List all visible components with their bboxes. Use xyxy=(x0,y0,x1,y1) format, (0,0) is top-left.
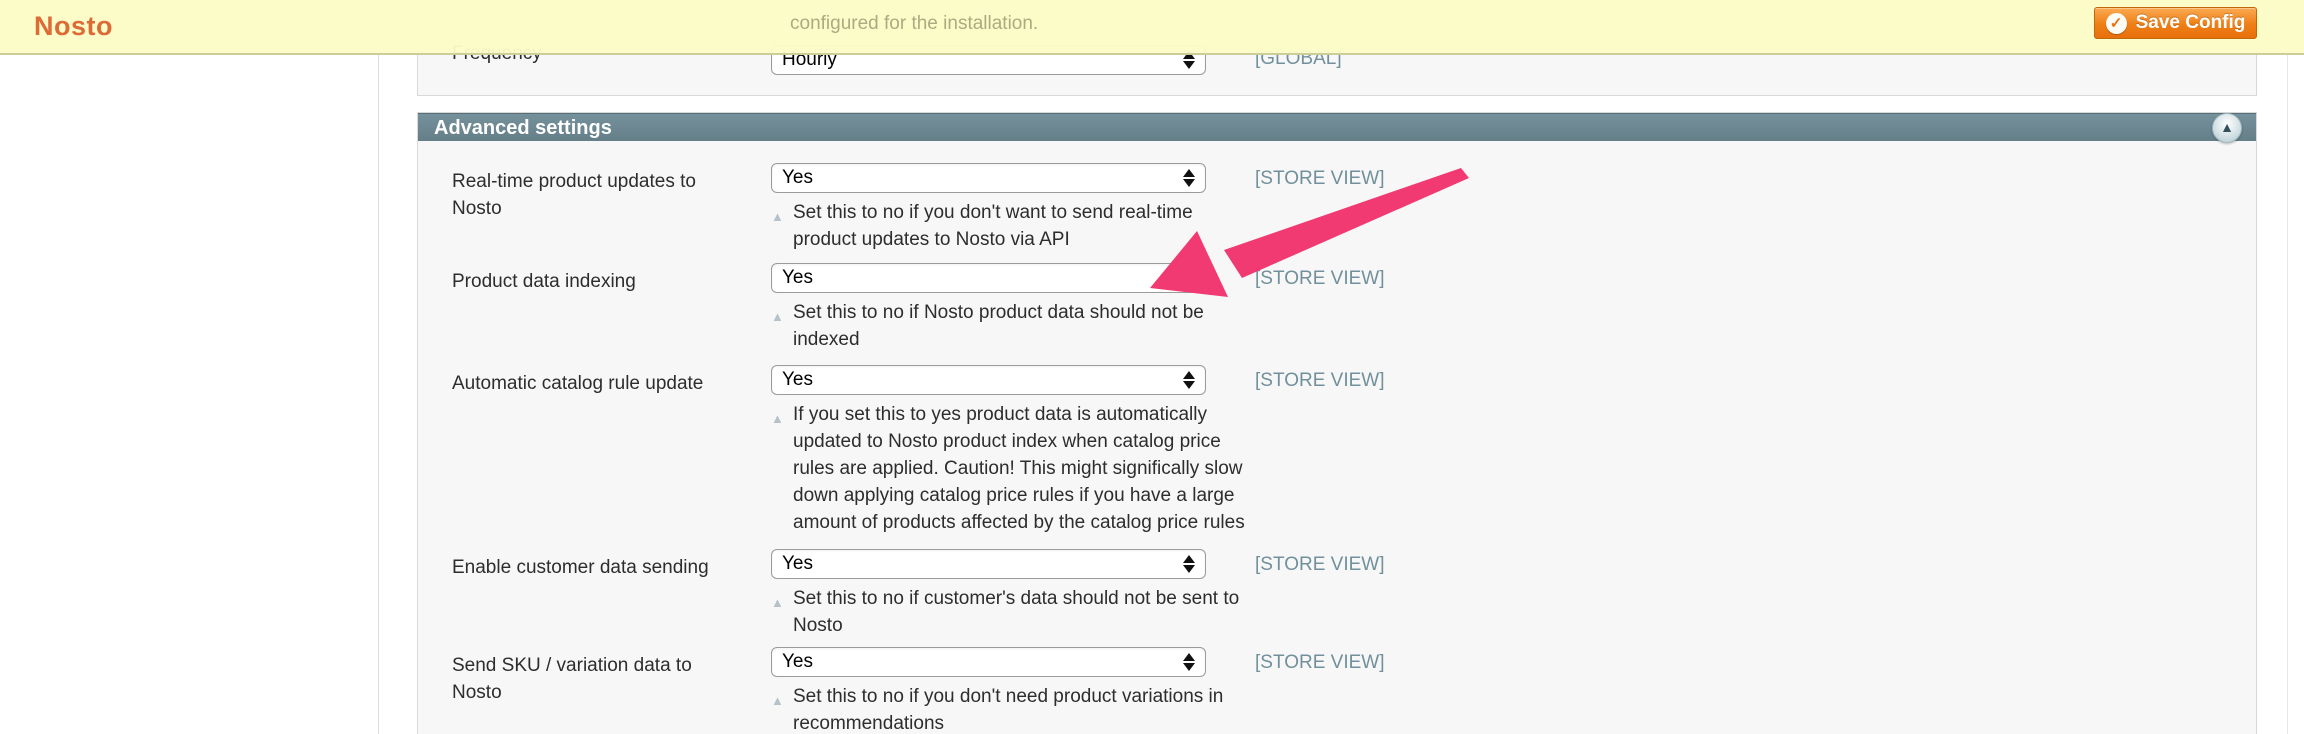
note-text: Set this to no if you don't need product… xyxy=(793,686,1223,734)
select-value: Yes xyxy=(782,553,1183,575)
field-label: Enable customer data sending xyxy=(452,549,737,581)
advanced-settings-section: Advanced settings ▲ Real-time product up… xyxy=(417,112,2257,734)
chevron-up-icon: ▲ xyxy=(2220,120,2234,134)
note-text: If you set this to yes product data is a… xyxy=(793,404,1245,533)
note-marker-icon: ▲ xyxy=(771,589,784,616)
customer-data-sending-select[interactable]: Yes xyxy=(771,549,1206,579)
sku-variation-select[interactable]: Yes xyxy=(771,647,1206,677)
scope-label: [STORE VIEW] xyxy=(1255,263,1385,290)
check-icon: ✓ xyxy=(2106,13,2127,34)
select-value: Yes xyxy=(782,651,1183,673)
note-marker-icon: ▲ xyxy=(771,687,784,714)
collapse-section-button[interactable]: ▲ xyxy=(2212,113,2242,143)
note-text: Set this to no if customer's data should… xyxy=(793,588,1239,636)
select-arrows-icon xyxy=(1183,371,1195,389)
note-marker-icon: ▲ xyxy=(771,405,784,432)
left-panel-divider xyxy=(378,55,379,734)
note-text: Set this to no if Nosto product data sho… xyxy=(793,302,1204,350)
top-header-bar: Nosto configured for the installation. ✓… xyxy=(0,0,2304,55)
product-data-indexing-select[interactable]: Yes xyxy=(771,263,1206,293)
select-arrows-icon xyxy=(1183,555,1195,573)
scope-label: [STORE VIEW] xyxy=(1255,365,1385,392)
note-text: Set this to no if you don't want to send… xyxy=(793,202,1193,250)
select-arrows-icon xyxy=(1183,269,1195,287)
advanced-settings-title: Advanced settings xyxy=(418,114,612,140)
field-note: ▲ Set this to no if you don't need produ… xyxy=(771,683,1251,734)
field-note: ▲ Set this to no if Nosto product data s… xyxy=(771,299,1251,353)
field-note: ▲ Set this to no if you don't want to se… xyxy=(771,199,1251,253)
row-enable-customer-data-sending: Enable customer data sending Yes ▲ Set t… xyxy=(452,549,2256,639)
row-automatic-catalog-rule-update: Automatic catalog rule update Yes ▲ If y… xyxy=(452,365,2256,536)
field-label: Automatic catalog rule update xyxy=(452,365,737,397)
note-marker-icon: ▲ xyxy=(771,203,784,230)
field-label: Real-time product updates to Nosto xyxy=(452,163,737,222)
advanced-settings-body: Real-time product updates to Nosto Yes ▲… xyxy=(418,141,2256,734)
scope-label: [STORE VIEW] xyxy=(1255,549,1385,576)
scope-label: [STORE VIEW] xyxy=(1255,647,1385,674)
realtime-updates-select[interactable]: Yes xyxy=(771,163,1206,193)
catalog-rule-update-select[interactable]: Yes xyxy=(771,365,1206,395)
select-value: Yes xyxy=(782,267,1183,289)
field-label: Product data indexing xyxy=(452,263,737,295)
page: Frequency Hourly [GLOBAL] Advanced setti… xyxy=(0,0,2304,734)
select-arrows-icon xyxy=(1183,169,1195,187)
field-note: ▲ If you set this to yes product data is… xyxy=(771,401,1251,536)
select-arrows-icon xyxy=(1183,653,1195,671)
field-note: ▲ Set this to no if customer's data shou… xyxy=(771,585,1251,639)
faded-header-text: configured for the installation. xyxy=(790,13,1038,35)
field-label: Send SKU / variation data to Nosto xyxy=(452,647,737,706)
row-product-data-indexing: Product data indexing Yes ▲ Set this to … xyxy=(452,263,2256,353)
scope-label: [STORE VIEW] xyxy=(1255,163,1385,190)
nosto-logo: Nosto xyxy=(34,11,113,42)
row-send-sku-variation-data: Send SKU / variation data to Nosto Yes ▲… xyxy=(452,647,2256,734)
note-marker-icon: ▲ xyxy=(771,303,784,330)
select-value: Yes xyxy=(782,167,1183,189)
save-config-label: Save Config xyxy=(2136,12,2246,34)
save-config-button[interactable]: ✓ Save Config xyxy=(2094,7,2257,39)
row-realtime-product-updates: Real-time product updates to Nosto Yes ▲… xyxy=(452,163,2256,253)
scrollbar-track-edge[interactable] xyxy=(2287,55,2288,734)
select-value: Yes xyxy=(782,369,1183,391)
advanced-settings-header: Advanced settings ▲ xyxy=(418,113,2256,141)
